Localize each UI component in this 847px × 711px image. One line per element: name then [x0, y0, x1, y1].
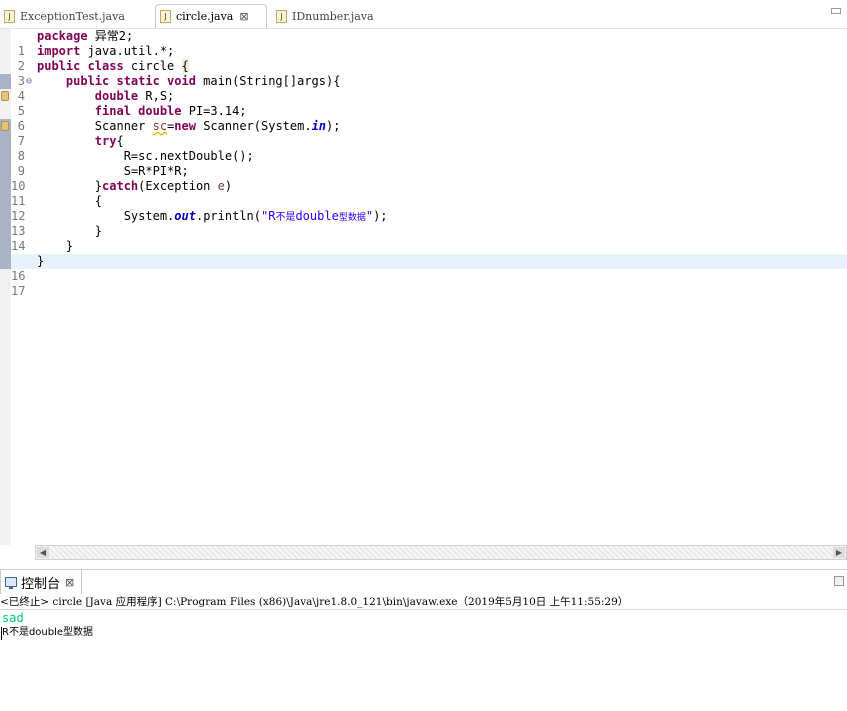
code-line: 13 System.out.println("R不是double型数据"); [11, 209, 388, 238]
code-lines: 1 package 异常2; 2 import java.util.*; 3 p… [11, 29, 847, 545]
java-file-icon: J [276, 9, 287, 23]
code-line: 7 Scanner sc=new Scanner(System.in); [11, 119, 847, 148]
console-output[interactable]: sad R不是double型数据 [0, 610, 847, 711]
code-editor[interactable]: 1 package 异常2; 2 import java.util.*; 3 p… [0, 29, 847, 560]
warning-marker-icon[interactable] [1, 121, 9, 131]
fold-marker-bar [0, 119, 11, 269]
tab-idnumber-java[interactable]: J IDnumber.java [272, 4, 392, 28]
scroll-right-icon[interactable]: ▶ [833, 547, 845, 558]
line-number: 17 [11, 284, 26, 298]
fold-marker-bar [0, 74, 11, 89]
code-line: 2 import java.util.*; [11, 44, 847, 73]
code-line: 6 final double PI=3.14; [11, 104, 847, 133]
code-line: 1 package 异常2; [11, 29, 847, 58]
code-line: 4 ⊖ public static void main(String[]args… [11, 74, 847, 103]
annotation-ruler [0, 29, 11, 545]
code-line-current: 16 } [11, 254, 847, 283]
java-file-icon: J [4, 9, 15, 23]
console-tab-bar: 控制台 ⊠ [0, 569, 847, 594]
tab-console[interactable]: 控制台 ⊠ [0, 570, 82, 594]
collapse-icon[interactable]: ⊖ [26, 74, 32, 89]
code-line: 15 } [11, 239, 847, 268]
warning-marker-icon[interactable] [1, 91, 9, 101]
console-tab-label: 控制台 [21, 576, 61, 592]
code-line: 5 double R,S; [11, 89, 847, 118]
tab-exceptiontest-java[interactable]: J ExceptionTest.java [0, 4, 150, 28]
console-monitor-icon [5, 577, 17, 589]
tab-label: ExceptionTest.java [20, 9, 125, 23]
console-output-line: R不是double型数据 [2, 627, 94, 638]
tab-circle-java[interactable]: J circle.java ⊠ [155, 4, 267, 28]
code-line: 8 try{ [11, 134, 847, 163]
console-process-info: <已终止> circle [Java 应用程序] C:\Program File… [0, 595, 847, 610]
code-line: 17 [11, 269, 847, 298]
editor-tab-bar: J ExceptionTest.java J circle.java ⊠ J I… [0, 0, 847, 29]
close-tab-icon[interactable]: ⊠ [239, 10, 248, 23]
code-line: 9 R=sc.nextDouble(); [11, 149, 847, 178]
minimize-console-icon[interactable] [834, 576, 844, 586]
tab-label: circle.java [176, 10, 234, 23]
tab-label: IDnumber.java [292, 9, 374, 23]
java-file-icon: J [160, 10, 171, 23]
code-line: 10 S=R*PI*R; [11, 164, 189, 193]
code-line: 3 public class circle { [11, 59, 847, 88]
horizontal-scrollbar[interactable]: ◀ ▶ [35, 545, 847, 560]
minimize-editor-icon[interactable] [831, 8, 841, 14]
console-input-line: sad [2, 611, 24, 625]
code-line: 12 { [11, 194, 103, 223]
scroll-left-icon[interactable]: ◀ [37, 547, 49, 558]
code-line: 14 } [11, 224, 103, 253]
close-console-icon[interactable]: ⊠ [65, 576, 74, 589]
code-line: 11 }catch(Exception e) [11, 179, 233, 208]
